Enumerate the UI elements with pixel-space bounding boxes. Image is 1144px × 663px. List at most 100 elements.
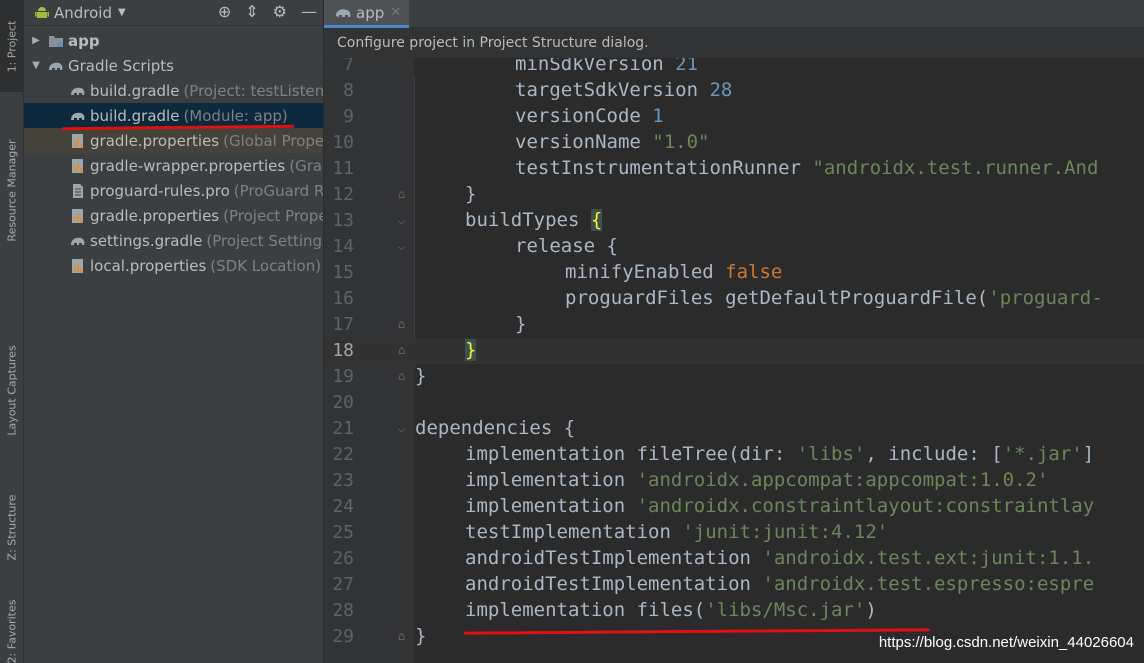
code-line: 13 ⌵ buildTypes { [324,208,1144,234]
properties-file-icon [72,258,83,273]
tree-item-hint: (SDK Location) [210,256,322,275]
hide-icon[interactable]: — [301,2,317,21]
code-string: 'androidx.test.ext:junit:1.1. [762,547,1095,569]
tree-item-hint: (Global Propert [223,131,324,150]
tool-tab-resource-manager[interactable]: Resource Manager [0,120,24,260]
tree-item[interactable]: ▶ app [24,28,323,53]
fold-marker-icon[interactable]: ⌂ [398,343,412,359]
line-number: 24 [332,496,354,517]
code-string: 'androidx.test.espresso:espre [762,573,1095,595]
code-text: implementation [465,469,637,491]
gradle-elephant-icon [336,8,351,17]
project-view-selector[interactable]: Android [54,4,112,22]
tree-item[interactable]: gradle-wrapper.properties(Gradl [24,153,323,178]
tree-item-hint: (Gradl [289,156,323,175]
tree-item[interactable]: gradle.properties (Project Proper [24,203,324,228]
gradle-elephant-icon [71,112,85,120]
code-line: 10 versionName "1.0" [324,130,1144,156]
editor-tab-bar: app ✕ [324,0,1144,28]
tree-item[interactable]: gradle.properties(Global Propert [24,128,324,153]
code-text: dependencies { [415,417,576,439]
line-number: 17 [332,314,354,335]
tool-tab-favorites[interactable]: 2: Favorites [0,600,24,663]
tree-item[interactable]: local.properties (SDK Location) [24,253,323,278]
tree-item-label: Gradle Scripts [68,56,174,75]
tool-tab-project[interactable]: 1: Project [0,0,24,92]
code-text: implementation files( [465,599,706,621]
code-number: 1 [652,105,664,127]
tree-item[interactable]: settings.gradle (Project Settings) [24,228,323,253]
tree-item-label: local.properties [90,256,207,275]
collapse-all-icon[interactable]: ⇕ [245,2,258,21]
code-line: 21 ⌵ dependencies { [324,416,1144,442]
code-editor[interactable]: 7 minSdkVersion 21 8 targetSdkVersion 28… [324,52,1144,663]
tree-item[interactable]: ▼ Gradle Scripts [24,53,323,78]
tool-tab-resource-manager-label: Resource Manager [5,138,19,242]
gradle-elephant-icon [49,62,63,70]
tree-item-hint: (Project: testListener [183,81,324,100]
fold-marker-icon[interactable]: ⌂ [398,629,412,645]
gear-icon[interactable]: ⚙ [273,2,287,21]
fold-marker-icon[interactable]: ⌂ [398,317,412,333]
tree-item-label: gradle.properties [90,206,220,225]
code-string: 'junit:junit:4.12' [682,521,889,543]
tree-item[interactable]: proguard-rules.pro (ProGuard Ru [24,178,323,203]
fold-marker-icon[interactable]: ⌵ [398,421,412,437]
code-text: } [415,625,427,647]
tool-tab-structure[interactable]: Z: Structure [0,480,24,575]
tree-item-label: gradle-wrapper.properties [90,156,286,175]
line-number: 23 [332,470,354,491]
code-line: 20 [324,390,1144,416]
code-text: buildTypes [465,209,591,231]
fold-marker-icon[interactable]: ⌂ [398,369,412,385]
code-string: "1.0" [652,131,710,153]
line-number: 27 [332,574,354,595]
code-text: } [415,365,427,387]
code-string: 'libs/Msc.jar' [705,599,866,621]
code-text: targetSdkVersion [515,79,710,101]
line-number: 19 [332,366,354,387]
line-number: 13 [332,210,354,231]
chevron-down-icon[interactable]: ▼ [118,7,126,18]
code-keyword: false [725,261,783,283]
code-line: 8 targetSdkVersion 28 [324,78,1144,104]
code-line: 12 ⌂ } [324,182,1144,208]
code-text: , include: [ [865,443,1003,465]
project-structure-banner[interactable]: Configure project in Project Structure d… [324,28,1144,58]
fold-marker-icon[interactable]: ⌵ [398,213,412,229]
code-text: androidTestImplementation [465,573,763,595]
tree-item-label: build.gradle [90,81,180,100]
code-text: release { [515,235,618,257]
properties-file-icon [72,158,83,173]
tree-item-hint: (Project Proper [223,206,324,225]
line-number: 26 [332,548,354,569]
line-number: 8 [343,80,354,101]
chevron-right-icon[interactable]: ▶ [30,35,42,46]
matched-brace: } [465,339,477,361]
fold-marker-icon[interactable]: ⌵ [398,239,412,255]
fold-marker-icon[interactable]: ⌂ [398,187,412,203]
tree-item-label: app [68,31,100,50]
close-icon[interactable]: ✕ [390,5,401,20]
tool-tab-layout-captures[interactable]: Layout Captures [0,330,24,450]
code-line: 17 ⌂ } [324,312,1144,338]
text-file-icon [73,183,83,198]
chevron-down-icon[interactable]: ▼ [30,60,42,71]
code-text: versionCode [515,105,653,127]
code-line: 19 ⌂ } [324,364,1144,390]
editor-tab-app[interactable]: app ✕ [324,0,409,28]
tree-item-label: settings.gradle [90,231,203,250]
watermark-text: https://blog.csdn.net/weixin_44026604 [878,634,1134,651]
tree-item-label: proguard-rules.pro [90,181,230,200]
line-number: 22 [332,444,354,465]
code-text: versionName [515,131,653,153]
line-number: 11 [332,158,354,179]
code-text: testInstrumentationRunner [515,157,813,179]
code-string: "androidx.test.runner.And [812,157,1099,179]
code-line: 15 minifyEnabled false [324,260,1144,286]
project-toolbar: Android ▼ ⊕ ⇕ ⚙ — [24,0,323,26]
properties-file-icon [72,208,83,223]
code-line: 16 proguardFiles getDefaultProguardFile(… [324,286,1144,312]
locate-icon[interactable]: ⊕ [218,2,231,21]
tree-item[interactable]: build.gradle (Project: testListener [24,78,324,103]
